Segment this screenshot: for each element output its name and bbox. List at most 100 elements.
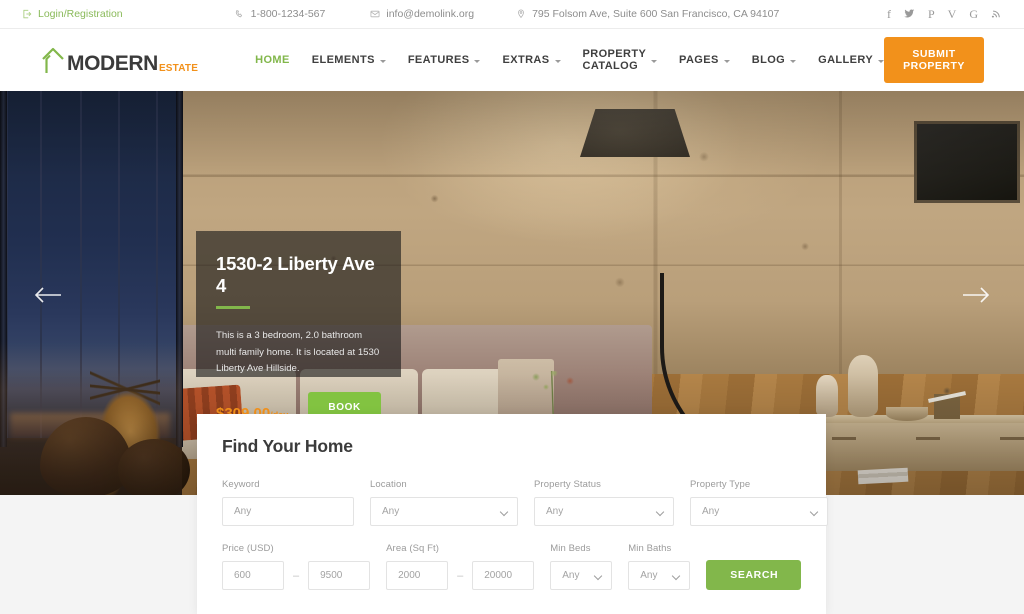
main-header: MODERN ESTATE HOME ELEMENTS FEATURES EXT… — [0, 29, 1024, 91]
login-label: Login/Registration — [38, 8, 123, 20]
nav-label-features: FEATURES — [407, 54, 470, 66]
main-navigation: HOME ELEMENTS FEATURES EXTRAS PROPERTY C… — [255, 48, 885, 72]
slider-prev-arrow[interactable] — [33, 284, 63, 306]
nav-label-gallery: GALLERY — [818, 54, 874, 66]
search-row-2: Price (USD) 600 – 9500 Area (Sq Ft) 2000… — [222, 543, 801, 590]
nav-item-pages[interactable]: PAGES — [679, 54, 730, 66]
login-icon — [22, 9, 32, 19]
nav-item-blog[interactable]: BLOG — [751, 54, 797, 66]
chevron-down-icon — [594, 571, 603, 581]
property-status-value: Any — [546, 506, 564, 517]
property-type-field-group: Property Type Any — [690, 479, 828, 526]
min-beds-value: Any — [562, 570, 580, 581]
property-status-field-group: Property Status Any — [534, 479, 674, 526]
price-label: Price (USD) — [222, 543, 274, 554]
rss-icon[interactable] — [991, 8, 1002, 21]
price-range-dash: – — [293, 569, 300, 582]
nav-label-property-catalog: PROPERTY CATALOG — [582, 48, 647, 72]
price-max-input[interactable]: 9500 — [308, 561, 371, 590]
property-status-label: Property Status — [534, 479, 601, 490]
location-label: Location — [370, 479, 407, 490]
nav-item-extras[interactable]: EXTRAS — [502, 54, 561, 66]
email-label: info@demolink.org — [386, 8, 475, 20]
search-button[interactable]: SEARCH — [706, 560, 801, 590]
phone-label: 1-800-1234-567 — [250, 8, 326, 20]
search-row-1: Keyword Any Location Any Property Status… — [222, 479, 828, 526]
price-min-input[interactable]: 600 — [222, 561, 284, 590]
nav-item-property-catalog[interactable]: PROPERTY CATALOG — [583, 48, 658, 72]
site-logo[interactable]: MODERN ESTATE — [40, 46, 198, 74]
property-status-select[interactable]: Any — [534, 497, 674, 526]
nav-item-elements[interactable]: ELEMENTS — [312, 54, 386, 66]
property-search-panel: Find Your Home Keyword Any Location Any … — [197, 414, 828, 614]
min-beds-select[interactable]: Any — [550, 561, 613, 590]
location-value: Any — [382, 506, 400, 517]
min-baths-label: Min Baths — [628, 543, 672, 554]
email-info[interactable]: info@demolink.org — [370, 8, 474, 20]
property-type-label: Property Type — [690, 479, 751, 490]
min-baths-select[interactable]: Any — [628, 561, 691, 590]
nav-label-blog: BLOG — [751, 54, 786, 66]
chevron-down-icon — [655, 507, 665, 517]
phone-icon — [235, 9, 245, 19]
area-label: Area (Sq Ft) — [386, 543, 440, 554]
area-range: 2000 – 20000 — [386, 561, 535, 590]
chevron-down-icon — [723, 59, 730, 63]
chevron-down-icon — [379, 59, 386, 63]
phone-info[interactable]: 1-800-1234-567 — [235, 8, 326, 20]
location-pin-icon — [516, 9, 526, 19]
nav-label-extras: EXTRAS — [502, 54, 550, 66]
nav-label-pages: PAGES — [679, 54, 719, 66]
address-info: 795 Folsom Ave, Suite 600 San Francisco,… — [516, 8, 779, 20]
min-baths-value: Any — [640, 570, 658, 581]
location-select[interactable]: Any — [370, 497, 518, 526]
location-field-group: Location Any — [370, 479, 518, 526]
hero-property-title: 1530-2 Liberty Ave 4 — [216, 253, 375, 297]
logo-text-accent: ESTATE — [158, 63, 199, 74]
property-type-select[interactable]: Any — [690, 497, 828, 526]
min-beds-field-group: Min Beds Any — [550, 543, 613, 590]
hero-property-description: This is a 3 bedroom, 2.0 bathroom multi … — [216, 329, 380, 375]
price-field-group: Price (USD) 600 – 9500 — [222, 543, 371, 590]
google-icon[interactable]: G — [969, 8, 978, 20]
top-bar: Login/Registration 1-800-1234-567 info@d… — [0, 0, 1024, 29]
login-registration-link[interactable]: Login/Registration — [22, 8, 123, 20]
property-type-value: Any — [702, 506, 720, 517]
min-beds-label: Min Beds — [550, 543, 591, 554]
area-min-value: 2000 — [398, 570, 421, 581]
chevron-down-icon — [651, 59, 658, 63]
keyword-field-group: Keyword Any — [222, 479, 354, 526]
chevron-down-icon — [554, 59, 561, 63]
area-max-input[interactable]: 20000 — [472, 561, 535, 590]
area-max-value: 20000 — [484, 570, 513, 581]
keyword-label: Keyword — [222, 479, 260, 490]
hero-caption-box: 1530-2 Liberty Ave 4 This is a 3 bedroom… — [196, 231, 401, 435]
vimeo-icon[interactable]: V — [948, 8, 957, 20]
twitter-icon[interactable] — [903, 8, 915, 21]
nav-label-elements: ELEMENTS — [311, 54, 375, 66]
keyword-input[interactable]: Any — [222, 497, 354, 526]
area-min-input[interactable]: 2000 — [386, 561, 449, 590]
chevron-down-icon — [790, 59, 797, 63]
facebook-icon[interactable]: f — [887, 8, 891, 20]
social-links: f P V G — [887, 8, 1002, 21]
area-field-group: Area (Sq Ft) 2000 – 20000 — [386, 543, 535, 590]
nav-label-home: HOME — [255, 54, 290, 66]
submit-property-button[interactable]: SUBMIT PROPERTY — [884, 37, 984, 83]
envelope-icon — [370, 9, 380, 19]
nav-item-features[interactable]: FEATURES — [408, 54, 481, 66]
chevron-down-icon — [499, 507, 509, 517]
search-panel-title: Find Your Home — [222, 436, 353, 456]
price-max-value: 9500 — [320, 570, 343, 581]
nav-item-home[interactable]: HOME — [255, 54, 290, 66]
slider-next-arrow[interactable] — [961, 284, 991, 306]
pinterest-icon[interactable]: P — [928, 8, 935, 20]
chevron-down-icon — [474, 59, 481, 63]
house-logo-icon — [40, 46, 66, 74]
chevron-down-icon — [809, 507, 819, 517]
nav-item-gallery[interactable]: GALLERY — [818, 54, 885, 66]
keyword-value: Any — [234, 506, 252, 517]
address-label: 795 Folsom Ave, Suite 600 San Francisco,… — [532, 8, 780, 20]
price-range: 600 – 9500 — [222, 561, 371, 590]
area-range-dash: – — [457, 569, 464, 582]
